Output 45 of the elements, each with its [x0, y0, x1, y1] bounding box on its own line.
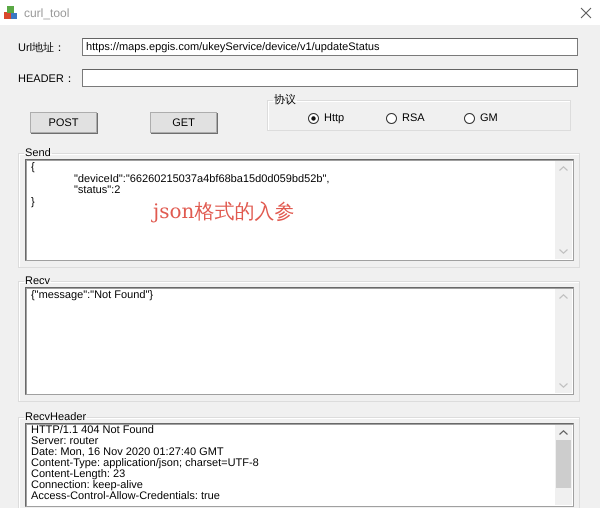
text-line: } [31, 196, 35, 208]
scrollbar[interactable] [555, 289, 572, 393]
text-line: Server: router [31, 436, 98, 447]
radio-label: RSA [402, 112, 425, 124]
text-line: Content-Type: application/json; charset=UTF-8 [31, 458, 259, 469]
text-line: Access-Control-Allow-Credentials: true [31, 491, 220, 502]
app-icon [3, 4, 19, 20]
group-title: Recv [24, 275, 52, 287]
text-line: { [31, 162, 35, 174]
field-label: Url地址： [18, 40, 66, 54]
group-title: Send [24, 147, 52, 159]
scrollbar[interactable] [555, 161, 572, 259]
window-title: curl_tool [24, 6, 70, 20]
header-field[interactable] [82, 69, 578, 87]
url-field[interactable]: https://maps.epgis.com/ukeyService/device/v1/updateStatus [82, 38, 578, 56]
group-title: RecvHeader [24, 411, 88, 423]
scroll-thumb[interactable] [556, 440, 571, 488]
scroll-up-icon[interactable] [559, 430, 568, 435]
text-line: "deviceId":"66260215037a4bf68ba15d0d059bd52b", [73, 174, 330, 185]
group-title: 协议 [273, 94, 297, 106]
send-text-area[interactable]: { "deviceId":"66260215037a4bf68ba15d0d059bd52b", "status":2 } json格式的入参 [25, 159, 574, 261]
field-label: HEADER： [18, 72, 76, 86]
scrollbar[interactable] [555, 425, 572, 505]
radio-option[interactable]: Http [308, 112, 386, 124]
recv-text-area[interactable]: {"message":"Not Found"} [25, 287, 574, 395]
radio-button[interactable] [386, 112, 397, 124]
text-line: Connection: keep-alive [31, 480, 143, 491]
text-line: {"message":"Not Found"} [31, 290, 154, 302]
text-line: Date: Mon, 16 Nov 2020 01:27:40 GMT [31, 447, 224, 458]
radio-button[interactable] [308, 112, 319, 124]
method-button[interactable]: GET [150, 112, 217, 133]
text-line: Content-Length: 23 [31, 469, 126, 480]
scroll-down-icon[interactable] [559, 249, 568, 254]
annotation-text: json格式的入参 [153, 198, 294, 225]
header-text-area[interactable]: HTTP/1.1 404 Not Found Server: router Date: Mon, 16 Nov 2020 01:27:40 GMT Content-Type: application/json; charset=UTF-8 Content-Length: 23 Connection: keep-alive Access-Control-Allow-Credentials: true [25, 423, 574, 507]
scroll-down-icon[interactable] [559, 383, 568, 388]
radio-option[interactable]: RSA [386, 112, 464, 124]
radio-button[interactable] [464, 112, 475, 124]
text-line: "status":2 [73, 185, 120, 196]
close-icon[interactable] [580, 6, 592, 18]
radio-label: GM [480, 112, 498, 124]
text-line: HTTP/1.1 404 Not Found [31, 425, 154, 436]
method-button[interactable]: POST [30, 112, 97, 133]
radio-option[interactable]: GM [464, 112, 542, 124]
radio-label: Http [324, 112, 344, 124]
